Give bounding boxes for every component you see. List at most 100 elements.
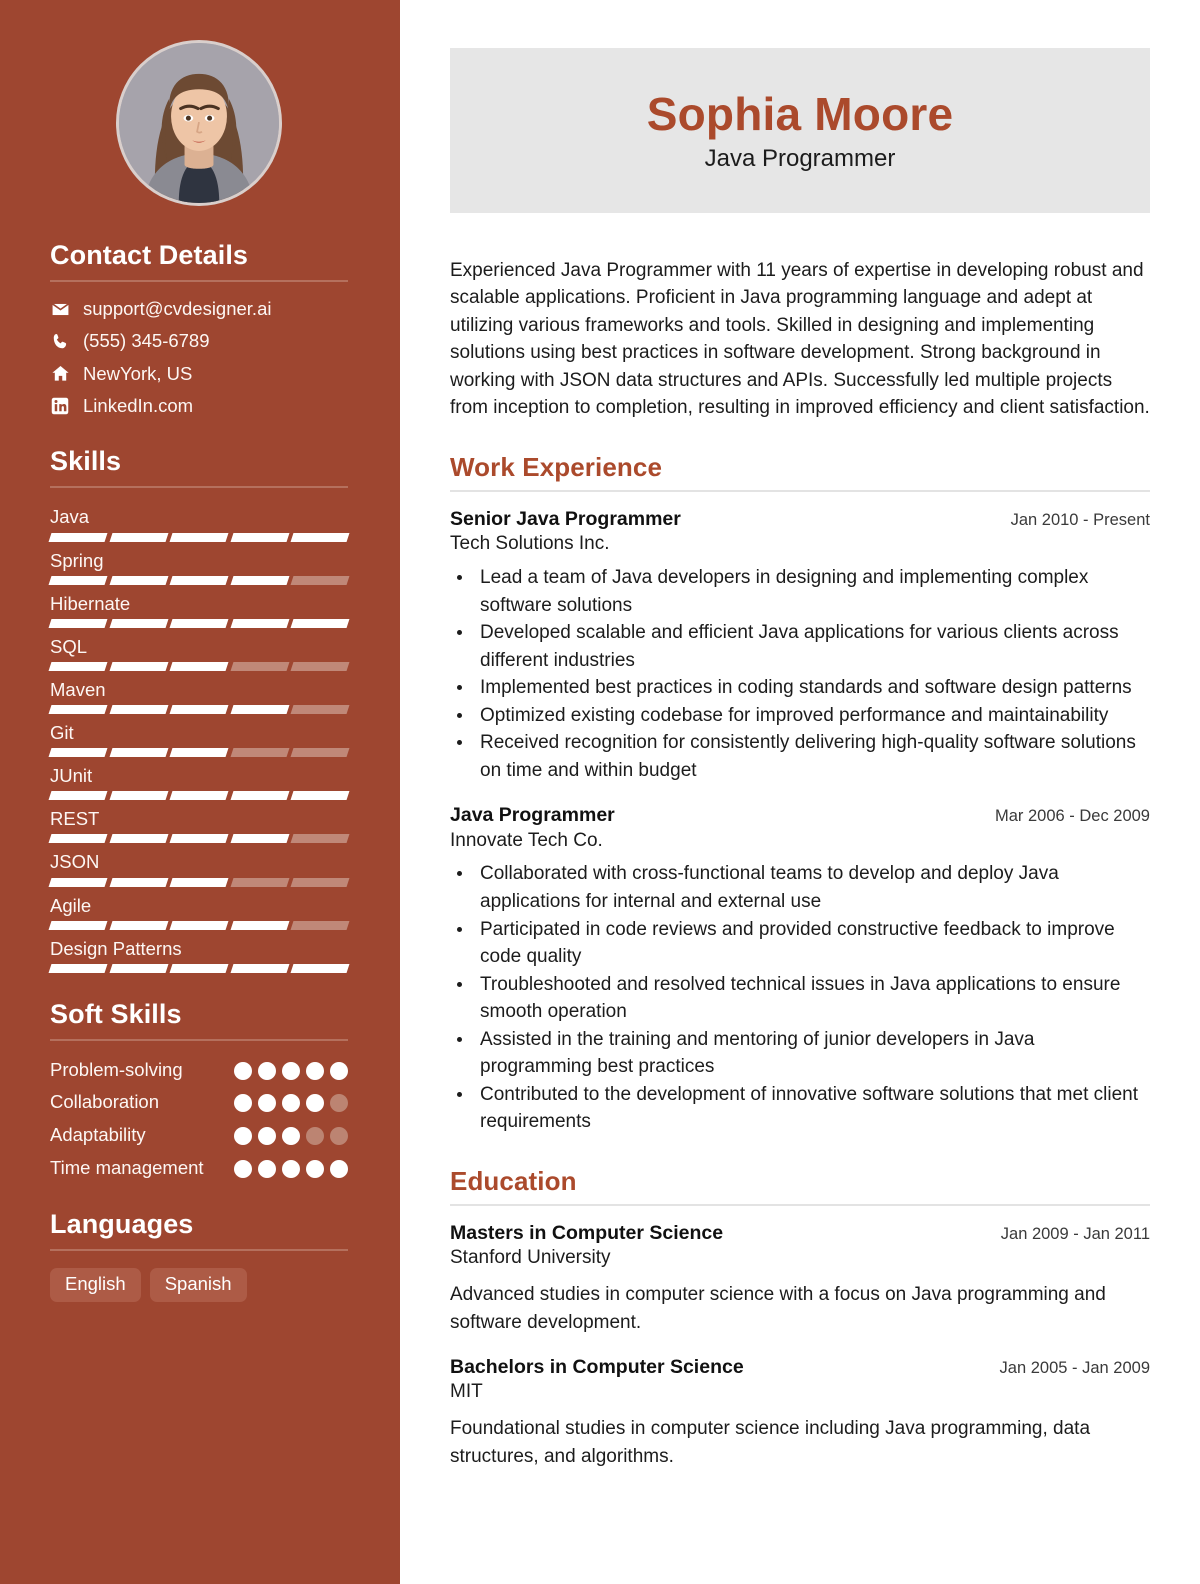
skill-segment [230, 661, 289, 671]
skill-segment [109, 748, 168, 758]
skill-segment [290, 877, 350, 887]
contact-item-location[interactable]: NewYork, US [50, 363, 348, 384]
rating-dot [306, 1061, 324, 1080]
skill-segment [48, 618, 108, 628]
skill-segment [48, 834, 108, 844]
skill-segment [290, 661, 350, 671]
contact-phone-text: (555) 345-6789 [83, 330, 210, 352]
list-item: Contributed to the development of innova… [474, 1081, 1150, 1136]
skill-level-bar [48, 618, 350, 628]
skill-segment [230, 834, 289, 844]
work-entry-header: Senior Java Programmer Jan 2010 - Present [450, 507, 1150, 531]
skill-segment [109, 834, 168, 844]
skill-segment [290, 963, 350, 973]
soft-skill-label: Problem-solving [50, 1058, 183, 1080]
rating-dot [306, 1094, 324, 1113]
skill-row: Java [48, 505, 350, 542]
contact-item-linkedin[interactable]: LinkedIn.com [50, 395, 348, 417]
education-entry-degree: Masters in Computer Science [450, 1221, 724, 1244]
soft-skills-section: Soft Skills Problem-solving Collaboration… [50, 999, 348, 1180]
work-entry-header: Java Programmer Mar 2006 - Dec 2009 [450, 803, 1150, 827]
languages-section: Languages English Spanish [50, 1209, 348, 1302]
skill-row: SQL [48, 635, 350, 671]
skill-label: Java [50, 506, 90, 528]
rating-dot [330, 1159, 348, 1178]
skill-segment [48, 963, 108, 973]
resume-page: Contact Details support@cvdesigner.ai (5… [0, 0, 1200, 1584]
skills-section: Skills Java Spring Hibernate SQL Maven Git JUn… [48, 446, 350, 973]
contact-item-email[interactable]: support@cvdesigner.ai [50, 298, 348, 319]
rating-dot [234, 1061, 252, 1080]
skill-segment [169, 705, 229, 714]
skill-label: Git [50, 722, 74, 743]
skill-segment [169, 618, 229, 628]
list-item: Participated in code reviews and provide… [474, 916, 1150, 971]
sidebar: Contact Details support@cvdesigner.ai (5… [0, 0, 400, 1584]
languages-list: English Spanish [50, 1268, 348, 1302]
work-entry: Java Programmer Mar 2006 - Dec 2009 Innova… [450, 803, 1150, 1136]
profile-photo [119, 43, 279, 203]
skill-label: Spring [50, 549, 104, 571]
skill-segment [48, 705, 108, 714]
skill-segment [169, 963, 229, 973]
soft-skill-row: Adaptability [50, 1123, 348, 1147]
soft-skill-rating [234, 1090, 348, 1113]
soft-skills-divider [50, 1038, 348, 1041]
skill-segment [230, 618, 289, 628]
profile-photo-wrapper [50, 40, 348, 206]
list-item: Developed scalable and efficient Java ap… [474, 619, 1150, 674]
work-entry-bullets: Collaborated with cross-functional teams… [474, 860, 1150, 1135]
education-list: Masters in Computer Science Jan 2009 - Ja… [450, 1221, 1150, 1470]
skill-level-bar [48, 661, 350, 671]
skill-segment [290, 791, 350, 801]
contact-email-text: support@cvdesigner.ai [83, 298, 272, 319]
rating-dot [234, 1159, 252, 1178]
list-item: Optimized existing codebase for improved… [474, 702, 1150, 730]
rating-dot [282, 1159, 300, 1178]
education-entry-description: Foundational studies in computer science… [450, 1418, 1091, 1467]
skill-row: Git [48, 721, 350, 758]
languages-divider [50, 1249, 348, 1252]
skill-segment [230, 791, 289, 801]
list-item: Collaborated with cross-functional teams… [474, 860, 1150, 915]
skill-label: JSON [50, 851, 100, 873]
skill-segment [230, 575, 289, 585]
skill-segment [230, 705, 289, 714]
skill-level-bar [48, 877, 350, 887]
rating-dot [258, 1094, 276, 1113]
home-icon [50, 364, 70, 384]
list-item: Implemented best practices in coding sta… [474, 674, 1150, 702]
skill-row: Agile [48, 894, 350, 930]
skill-segment [48, 575, 108, 585]
skill-segment [230, 748, 289, 758]
language-pill: Spanish [149, 1268, 247, 1302]
professional-summary: Experienced Java Programmer with 11 year… [450, 259, 1150, 419]
skill-segment [230, 920, 289, 930]
work-entry-title: Java Programmer [450, 804, 615, 827]
education-entry-date: Jan 2005 - Jan 2009 [999, 1359, 1150, 1378]
contact-linkedin-text: LinkedIn.com [83, 395, 194, 417]
education-entry-date: Jan 2009 - Jan 2011 [1000, 1224, 1150, 1243]
skills-divider [50, 486, 348, 489]
skill-segment [48, 532, 108, 542]
work-entry-title: Senior Java Programmer [450, 507, 681, 530]
skill-segment [169, 661, 229, 671]
skill-segment [109, 791, 168, 801]
skill-segment [169, 575, 229, 585]
soft-skill-row: Problem-solving [50, 1058, 348, 1082]
education-entry-degree: Bachelors in Computer Science [450, 1356, 744, 1379]
language-pill: English [50, 1268, 141, 1302]
skill-segment [169, 920, 229, 930]
skill-label: JUnit [50, 765, 93, 787]
skill-segment [169, 791, 229, 801]
skill-label: Design Patterns [50, 937, 182, 959]
list-item: Assisted in the training and mentoring o… [474, 1026, 1150, 1081]
contact-item-phone[interactable]: (555) 345-6789 [50, 330, 348, 352]
skill-segment [109, 705, 168, 714]
education-entry-school: MIT [450, 1381, 483, 1403]
work-entry-company: Tech Solutions Inc. [450, 533, 610, 555]
list-item: Received recognition for consistently de… [474, 729, 1150, 784]
skill-row: JSON [48, 850, 350, 887]
list-item: Troubleshooted and resolved technical is… [474, 971, 1150, 1026]
rating-dot [306, 1127, 324, 1146]
